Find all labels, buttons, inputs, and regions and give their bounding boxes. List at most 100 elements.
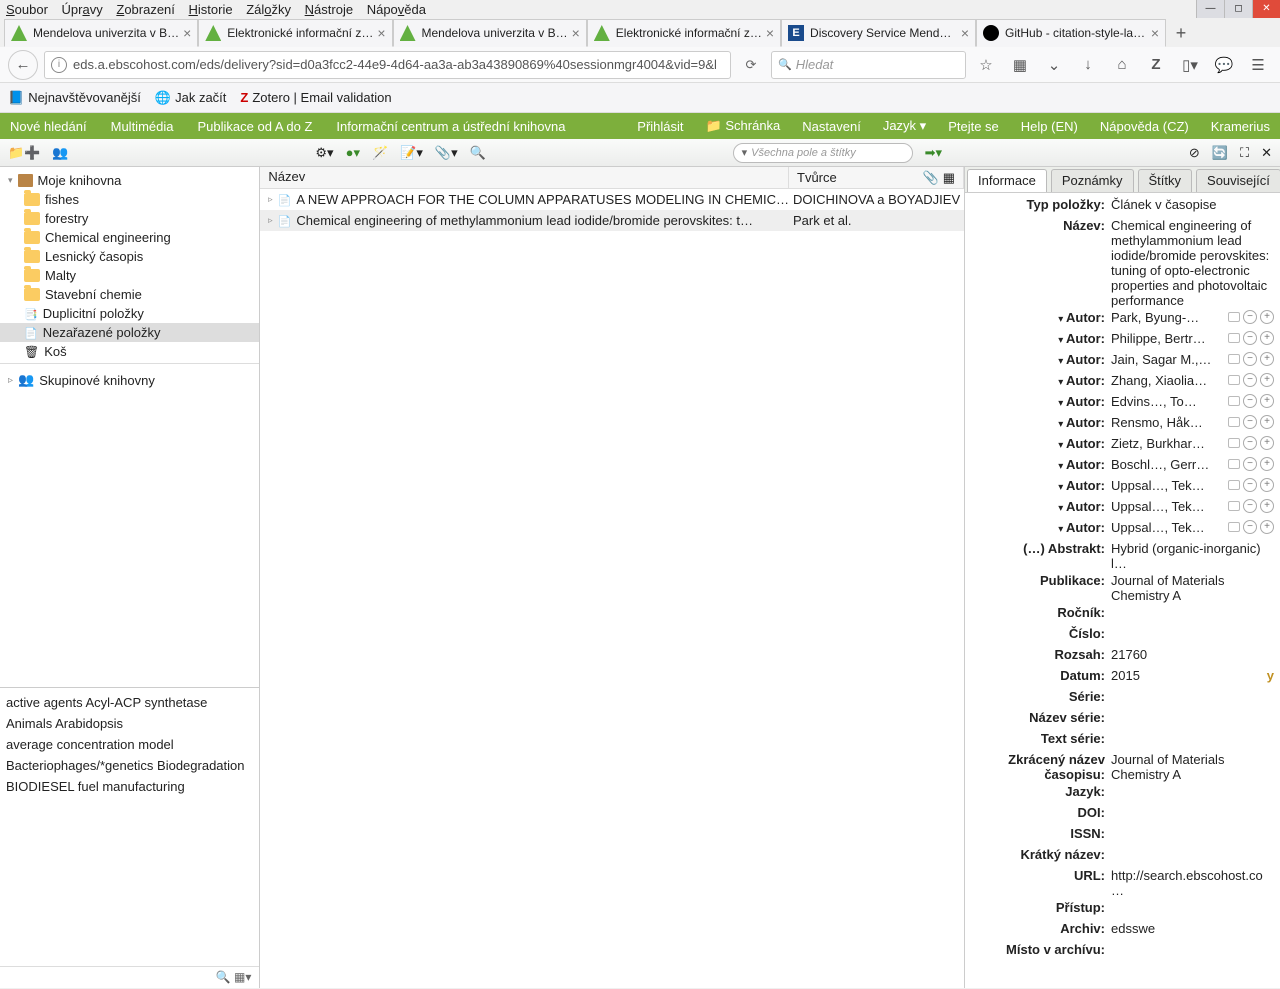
nav-settings[interactable]: Nastavení (802, 119, 861, 134)
remove-author-icon[interactable]: − (1243, 478, 1257, 492)
locate-icon[interactable]: ➡▾ (925, 145, 942, 161)
tag-filter[interactable]: 🔍 ▦▾ (0, 966, 259, 988)
add-author-icon[interactable]: + (1260, 415, 1274, 429)
folder-malty[interactable]: Malty (0, 266, 259, 285)
creator-type[interactable]: Autor: (971, 352, 1111, 367)
downloads-icon[interactable]: ↓ (1074, 51, 1102, 79)
creator-type[interactable]: Autor: (971, 331, 1111, 346)
creator-type[interactable]: Autor: (971, 394, 1111, 409)
reload-button[interactable]: ⟳ (737, 57, 765, 73)
nav-folder[interactable]: 📁 Schránka (706, 118, 781, 134)
trash[interactable]: Koš (0, 342, 259, 361)
zotero-search[interactable]: Všechna pole a štítky (733, 143, 913, 163)
item-row[interactable]: ▹Chemical engineering of methylammonium … (260, 210, 964, 231)
nav-signin[interactable]: Přihlásit (637, 119, 683, 134)
field-title[interactable]: Chemical engineering of methylammonium l… (1111, 218, 1274, 308)
switch-name-icon[interactable] (1228, 438, 1240, 448)
tab-notes[interactable]: Poznámky (1051, 169, 1134, 192)
creator-type[interactable]: Autor: (971, 499, 1111, 514)
sync-icon[interactable]: 🔄 (1212, 145, 1228, 161)
tab-close-icon[interactable]: × (1151, 25, 1159, 41)
remove-author-icon[interactable]: − (1243, 394, 1257, 408)
switch-name-icon[interactable] (1228, 501, 1240, 511)
close-window-button[interactable]: ✕ (1252, 0, 1280, 18)
switch-name-icon[interactable] (1228, 522, 1240, 532)
field-author[interactable]: Boschl…, Gerr… (1111, 457, 1224, 472)
field-author[interactable]: Rensmo, Håk… (1111, 415, 1224, 430)
field-author[interactable]: Uppsal…, Tek… (1111, 478, 1224, 493)
field-publication[interactable]: Journal of Materials Chemistry A (1111, 573, 1274, 603)
tab-close-icon[interactable]: × (961, 25, 969, 41)
item-row[interactable]: ▹A NEW APPROACH FOR THE COLUMN APPARATUS… (260, 189, 964, 210)
nav-new-search[interactable]: Nové hledání (10, 119, 87, 134)
tab-info[interactable]: Informace (967, 169, 1047, 192)
bookmark-getting-started[interactable]: 🌐 Jak začít (155, 90, 226, 106)
folder-forestry[interactable]: forestry (0, 209, 259, 228)
tab-tags[interactable]: Štítky (1138, 169, 1193, 192)
switch-name-icon[interactable] (1228, 459, 1240, 469)
new-collection-icon[interactable]: 📁➕ (8, 145, 40, 161)
switch-name-icon[interactable] (1228, 396, 1240, 406)
menu-history[interactable]: Historie (189, 2, 233, 17)
creator-type[interactable]: Autor: (971, 436, 1111, 451)
duplicate-items[interactable]: Duplicitní položky (0, 304, 259, 323)
attach-icon[interactable]: 📎▾ (435, 145, 458, 161)
site-info-icon[interactable]: i (51, 57, 67, 73)
field-type[interactable]: Článek v časopise (1111, 197, 1274, 212)
nav-help-en[interactable]: Help (EN) (1021, 119, 1078, 134)
add-author-icon[interactable]: + (1260, 499, 1274, 513)
add-author-icon[interactable]: + (1260, 352, 1274, 366)
menu-view[interactable]: Zobrazení (116, 2, 175, 17)
menu-edit[interactable]: Úpravy (62, 2, 103, 17)
minimize-button[interactable]: — (1196, 0, 1224, 18)
add-author-icon[interactable]: + (1260, 373, 1274, 387)
creator-type[interactable]: Autor: (971, 457, 1111, 472)
add-author-icon[interactable]: + (1260, 520, 1274, 534)
remove-author-icon[interactable]: − (1243, 415, 1257, 429)
col-title[interactable]: Název (260, 167, 789, 188)
browser-tab-0[interactable]: Mendelova univerzita v B…× (4, 19, 198, 47)
field-author[interactable]: Zietz, Burkhar… (1111, 436, 1224, 451)
menu-help[interactable]: Nápověda (367, 2, 426, 17)
field-url[interactable]: http://search.ebscohost.co… (1111, 868, 1274, 898)
tab-close-icon[interactable]: × (377, 25, 385, 41)
browser-tab-4[interactable]: EDiscovery Service Mendel…× (781, 19, 976, 47)
browser-tab-2[interactable]: Mendelova univerzita v B…× (393, 19, 587, 47)
tab-close-icon[interactable]: × (183, 25, 191, 41)
folder-stavebni[interactable]: Stavební chemie (0, 285, 259, 304)
search-box[interactable]: Hledat (771, 51, 966, 79)
remove-author-icon[interactable]: − (1243, 436, 1257, 450)
creator-type[interactable]: Autor: (971, 373, 1111, 388)
switch-name-icon[interactable] (1228, 375, 1240, 385)
remove-author-icon[interactable]: − (1243, 457, 1257, 471)
folder-chemeng[interactable]: Chemical engineering (0, 228, 259, 247)
tag-row[interactable]: active agents Acyl-ACP synthetase (6, 692, 253, 713)
field-author[interactable]: Uppsal…, Tek… (1111, 499, 1224, 514)
remove-author-icon[interactable]: − (1243, 331, 1257, 345)
maximize-button[interactable]: ◻ (1224, 0, 1252, 18)
tab-related[interactable]: Související (1196, 169, 1280, 192)
menu-file[interactable]: Soubor (6, 2, 48, 17)
menu-tools[interactable]: Nástroje (305, 2, 353, 17)
new-tab-button[interactable]: + (1166, 19, 1196, 47)
field-author[interactable]: Jain, Sagar M.,… (1111, 352, 1224, 367)
menu-bookmarks[interactable]: Záložky (246, 2, 291, 17)
creator-type[interactable]: Autor: (971, 520, 1111, 535)
url-bar[interactable]: i (44, 51, 731, 79)
field-author[interactable]: Philippe, Bertr… (1111, 331, 1224, 346)
fullscreen-icon[interactable]: ⛶ (1240, 145, 1249, 161)
hamburger-icon[interactable]: ☰ (1244, 51, 1272, 79)
remove-author-icon[interactable]: − (1243, 373, 1257, 387)
unfiled-items[interactable]: Nezařazené položky (0, 323, 259, 342)
new-group-icon[interactable]: 👥 (52, 145, 68, 161)
sidebar-icon[interactable]: ▯▾ (1176, 51, 1204, 79)
nav-publications[interactable]: Publikace od A do Z (197, 119, 312, 134)
new-item-icon[interactable]: ●▾ (346, 145, 360, 161)
browser-tab-3[interactable]: Elektronické informační z…× (587, 19, 781, 47)
tab-close-icon[interactable]: × (572, 25, 580, 41)
creator-type[interactable]: Autor: (971, 415, 1111, 430)
creator-type[interactable]: Autor: (971, 478, 1111, 493)
tag-row[interactable]: Bacteriophages/*genetics Biodegradation (6, 755, 253, 776)
bookmark-zotero[interactable]: Z Zotero | Email validation (240, 90, 391, 105)
nav-language[interactable]: Jazyk ▾ (883, 118, 926, 134)
